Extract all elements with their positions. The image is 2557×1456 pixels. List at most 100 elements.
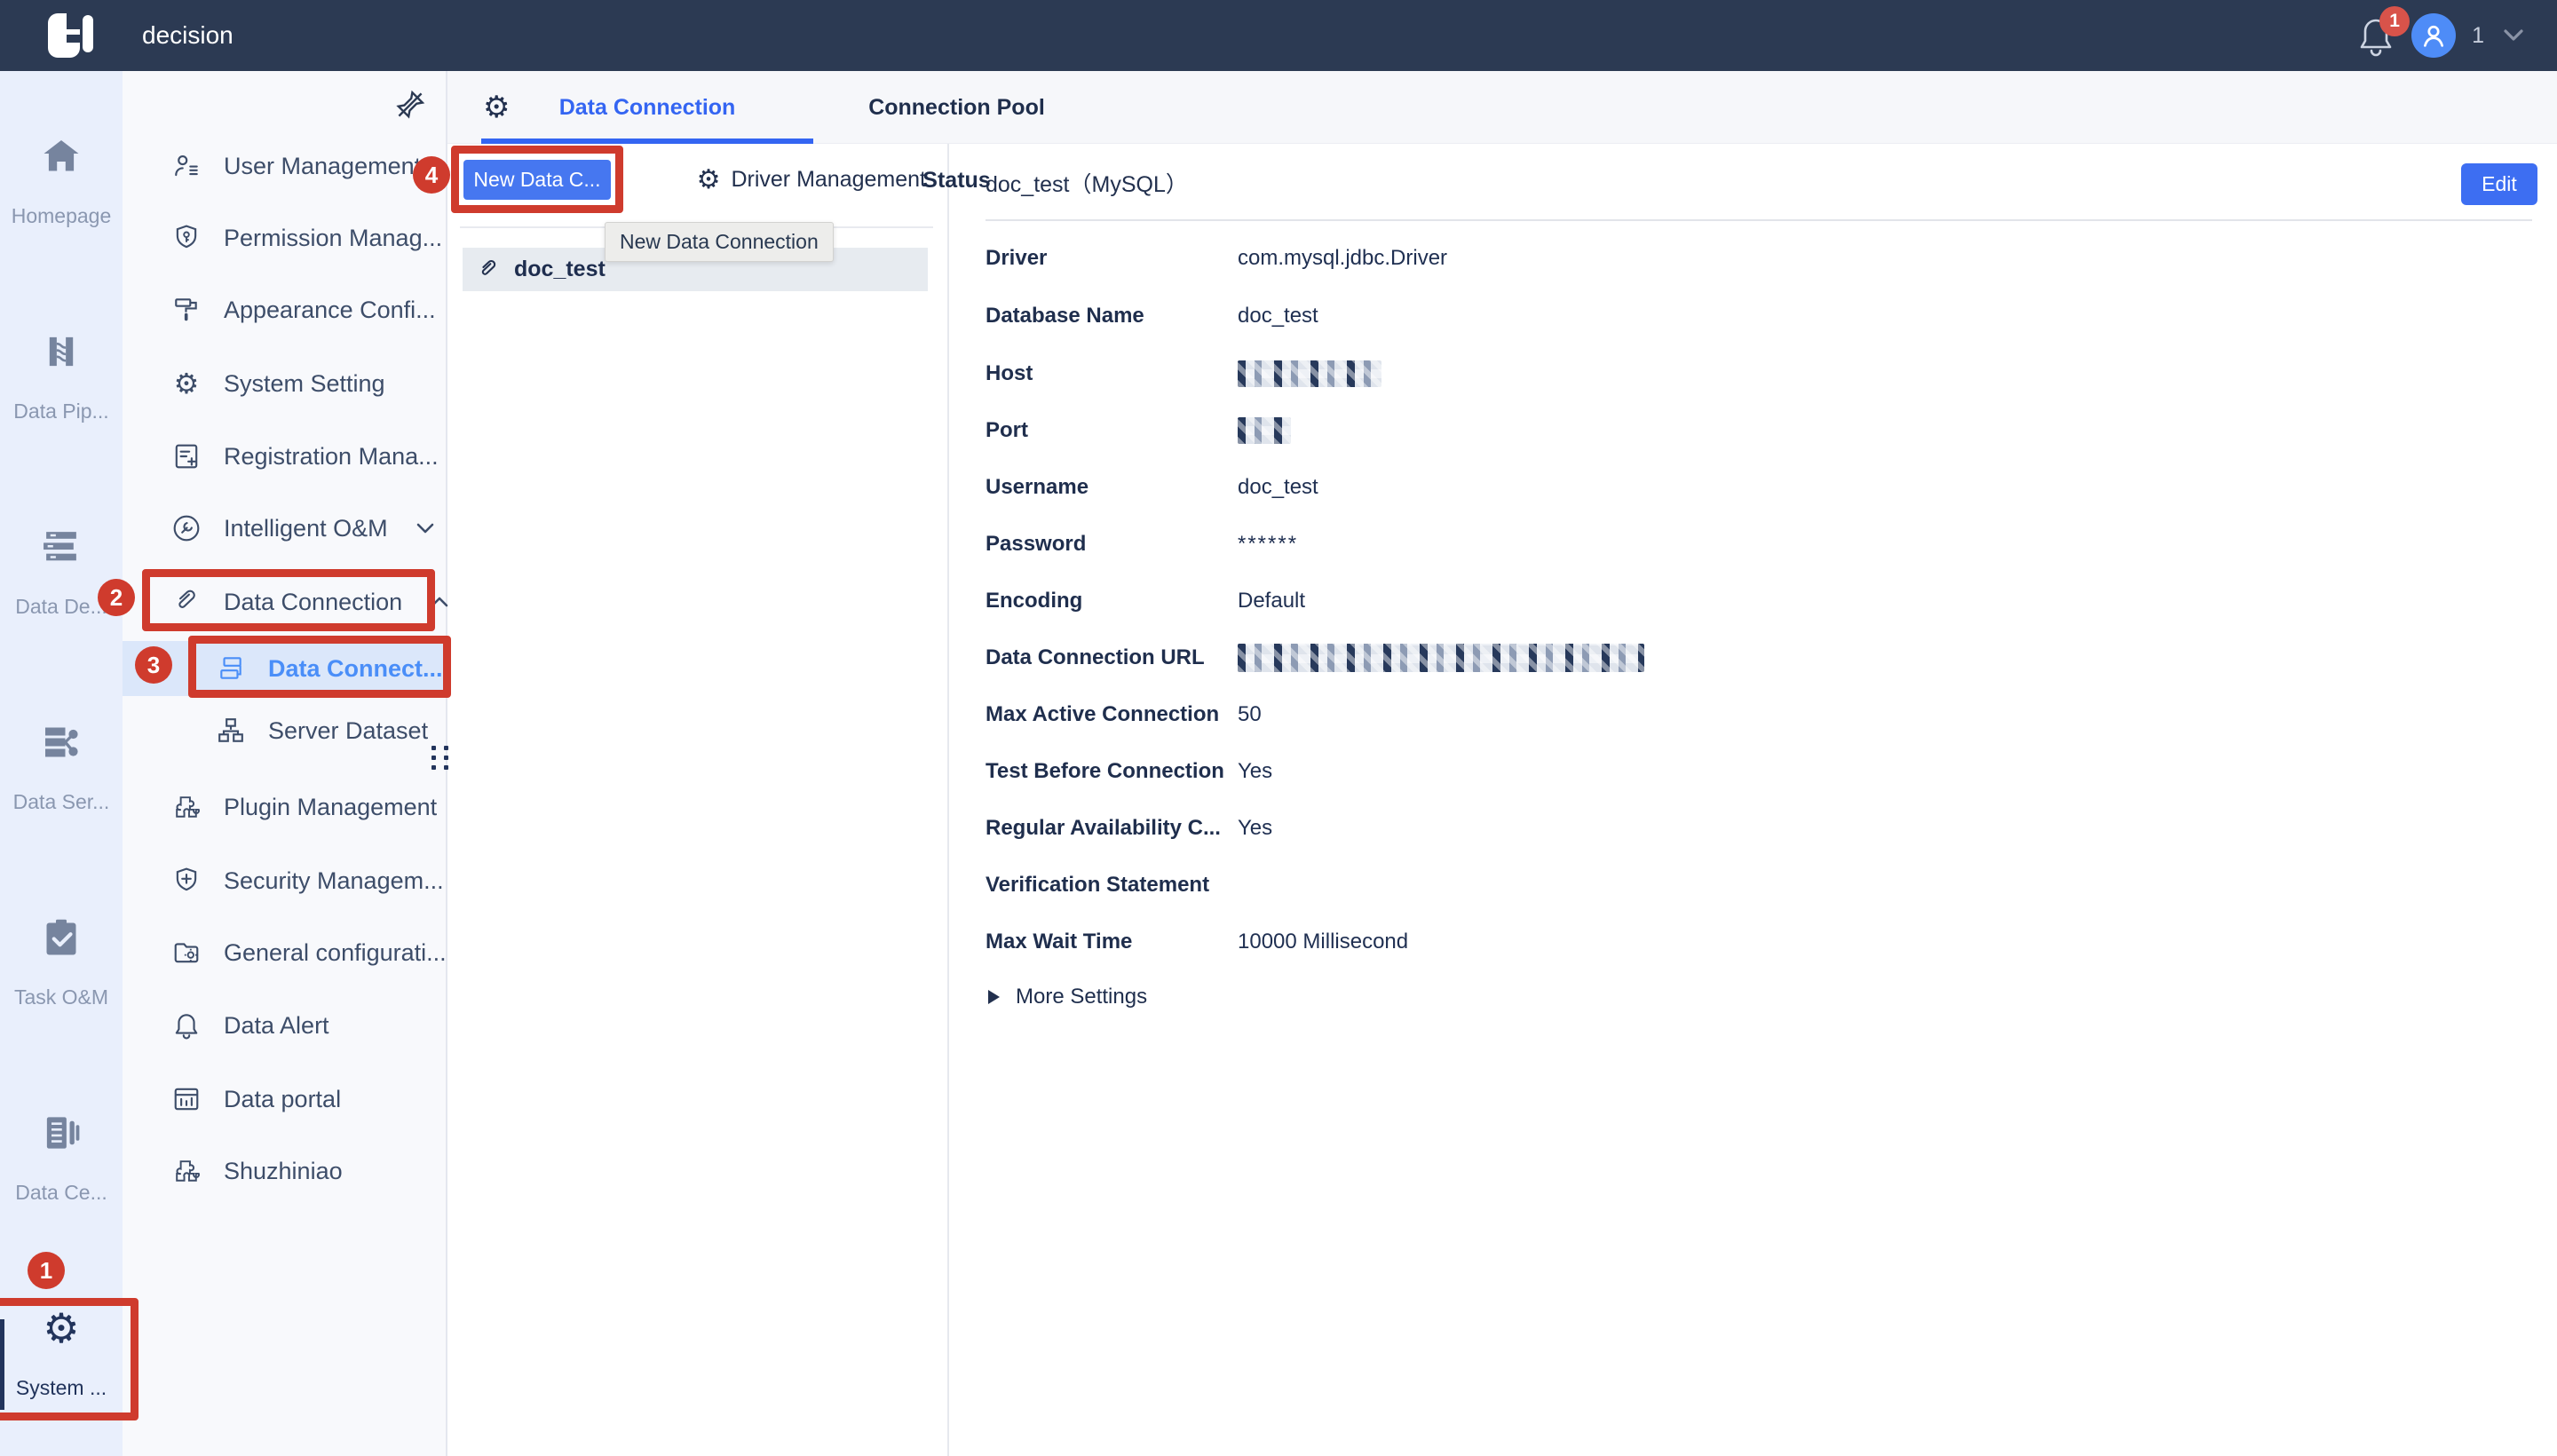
connection-detail-panel: doc_test（MySQL） Edit Driver com.mysql.jd… [951, 144, 2557, 1456]
redacted-port-value [1238, 417, 1291, 444]
field-label: Max Active Connection [986, 702, 1238, 727]
field-row-regular-availability-check: Regular Availability C... Yes [986, 813, 1272, 843]
menu-item-label: Permission Manag... [224, 225, 442, 252]
notification-bell-button[interactable]: 1 [2356, 13, 2395, 58]
menu-item-system-setting[interactable]: ⚙ System Setting [123, 362, 447, 405]
field-row-port: Port [986, 415, 1291, 446]
menu-item-registration-management[interactable]: Registration Mana... [123, 435, 447, 478]
tab-data-connection[interactable]: Data Connection [481, 71, 813, 144]
rail-item-label: Task O&M [14, 985, 108, 1009]
field-row-host: Host [986, 359, 1381, 389]
folder-gear-icon [172, 938, 201, 967]
app-window: decision 1 1 [0, 0, 2557, 1456]
edit-button-label: Edit [2482, 172, 2517, 196]
user-menu-chevron-icon[interactable] [2500, 27, 2527, 44]
rail-item-task-om[interactable]: Task O&M [0, 888, 123, 1039]
field-row-password: Password ****** [986, 529, 1298, 559]
edit-button[interactable]: Edit [2461, 163, 2537, 205]
field-row-database-name: Database Name doc_test [986, 301, 1318, 331]
notification-badge: 1 [2379, 6, 2410, 36]
shield-key-icon [172, 224, 201, 252]
menu-item-security-management[interactable]: Security Managem... [123, 859, 447, 902]
menu-item-data-portal[interactable]: Data portal [123, 1078, 447, 1120]
field-value: 50 [1238, 702, 1262, 727]
menu-item-label: Plugin Management [224, 794, 437, 821]
menu-item-permission-management[interactable]: Permission Manag... [123, 217, 447, 259]
menu-item-label: Server Dataset [268, 717, 428, 745]
unpin-icon[interactable] [394, 89, 426, 121]
data-pipeline-icon [42, 328, 81, 375]
field-value: 10000 Millisecond [1238, 930, 1408, 954]
new-data-connection-tooltip: New Data Connection [605, 222, 834, 262]
menu-item-label: Registration Mana... [224, 443, 439, 471]
shield-wrench-icon [172, 514, 201, 542]
field-label: Host [986, 361, 1238, 386]
new-data-connection-button-label: New Data C... [473, 168, 600, 192]
detail-header-divider [986, 219, 2532, 221]
active-tab-underline [481, 138, 813, 144]
driver-management-button[interactable]: ⚙ Driver Management [697, 160, 926, 200]
rail-item-data-pipeline[interactable]: Data Pip... [0, 302, 123, 453]
field-label: Test Before Connection [986, 759, 1238, 784]
menu-item-label: User Management [224, 153, 421, 180]
menu-item-plugin-management[interactable]: Plugin Management [123, 786, 447, 828]
avatar[interactable] [2411, 13, 2456, 58]
tab-connection-pool-status[interactable]: Connection Pool Status [835, 71, 1078, 144]
menu-item-data-connection[interactable]: Data Connection [123, 581, 447, 623]
rail-item-data-service[interactable]: Data Ser... [0, 692, 123, 843]
rail-item-label: Data De... [15, 595, 107, 619]
redacted-url-value [1238, 644, 1644, 672]
field-label: Data Connection URL [986, 645, 1238, 670]
field-row-username: Username doc_test [986, 472, 1318, 502]
rail-item-label: Data Ce... [15, 1181, 107, 1205]
system-management-menu: User Management Permission Manag... Appe… [123, 71, 447, 1456]
field-label: Username [986, 475, 1238, 500]
menu-item-intelligent-om[interactable]: Intelligent O&M [123, 507, 447, 550]
gear-icon: ⚙ [172, 369, 201, 398]
module-rail: Homepage Data Pip... Data [0, 71, 123, 1456]
menu-item-label: Shuzhiniao [224, 1158, 343, 1185]
field-row-encoding: Encoding Default [986, 586, 1305, 616]
data-service-icon [41, 719, 82, 765]
menu-item-user-management[interactable]: User Management [123, 145, 447, 187]
rail-active-indicator [0, 1319, 4, 1410]
menu-item-data-alert[interactable]: Data Alert [123, 1004, 447, 1047]
link-icon [477, 258, 500, 281]
field-value: com.mysql.jdbc.Driver [1238, 246, 1447, 271]
field-row-verification-statement: Verification Statement [986, 870, 1238, 900]
rail-item-data-center[interactable]: Data Ce... [0, 1083, 123, 1234]
driver-management-label: Driver Management [731, 167, 926, 193]
field-label: Driver [986, 246, 1238, 271]
menu-item-shuzhiniao[interactable]: Shuzhiniao [123, 1150, 447, 1192]
driver-management-gear-icon: ⚙ [697, 167, 721, 194]
shield-plus-icon [172, 866, 201, 895]
menu-item-data-connection-sub[interactable]: Data Connect... [123, 641, 447, 696]
more-settings-label: More Settings [1016, 985, 1147, 1009]
rail-item-homepage[interactable]: Homepage [0, 107, 123, 257]
data-development-icon [41, 524, 82, 570]
menu-item-general-configuration[interactable]: General configurati... [123, 931, 447, 974]
rail-item-data-development[interactable]: Data De... [0, 497, 123, 648]
fanruan-logo-icon [46, 12, 94, 59]
data-center-icon [42, 1110, 81, 1156]
paperclip-icon [172, 588, 201, 616]
system-gear-icon: ⚙ [43, 1305, 79, 1351]
field-value: Yes [1238, 759, 1272, 784]
app-title: decision [142, 0, 234, 71]
menu-item-server-dataset[interactable]: Server Dataset [123, 709, 447, 752]
more-settings-toggle[interactable]: More Settings [988, 982, 1147, 1012]
home-icon [41, 133, 82, 179]
menu-item-appearance-configuration[interactable]: Appearance Confi... [123, 289, 447, 331]
panel-resize-handle[interactable] [431, 746, 453, 781]
field-label: Verification Statement [986, 873, 1238, 898]
new-data-connection-button[interactable]: New Data C... [463, 160, 611, 200]
bell-icon [172, 1011, 201, 1040]
menu-item-label: Security Managem... [224, 867, 444, 895]
redacted-host-value [1238, 360, 1381, 387]
field-label: Password [986, 532, 1238, 557]
field-value: Default [1238, 589, 1305, 613]
rail-item-system-management[interactable]: ⚙ System ... [0, 1278, 123, 1429]
chevron-down-icon [415, 520, 436, 536]
task-om-icon [43, 914, 80, 961]
rail-item-label: Homepage [12, 204, 112, 228]
